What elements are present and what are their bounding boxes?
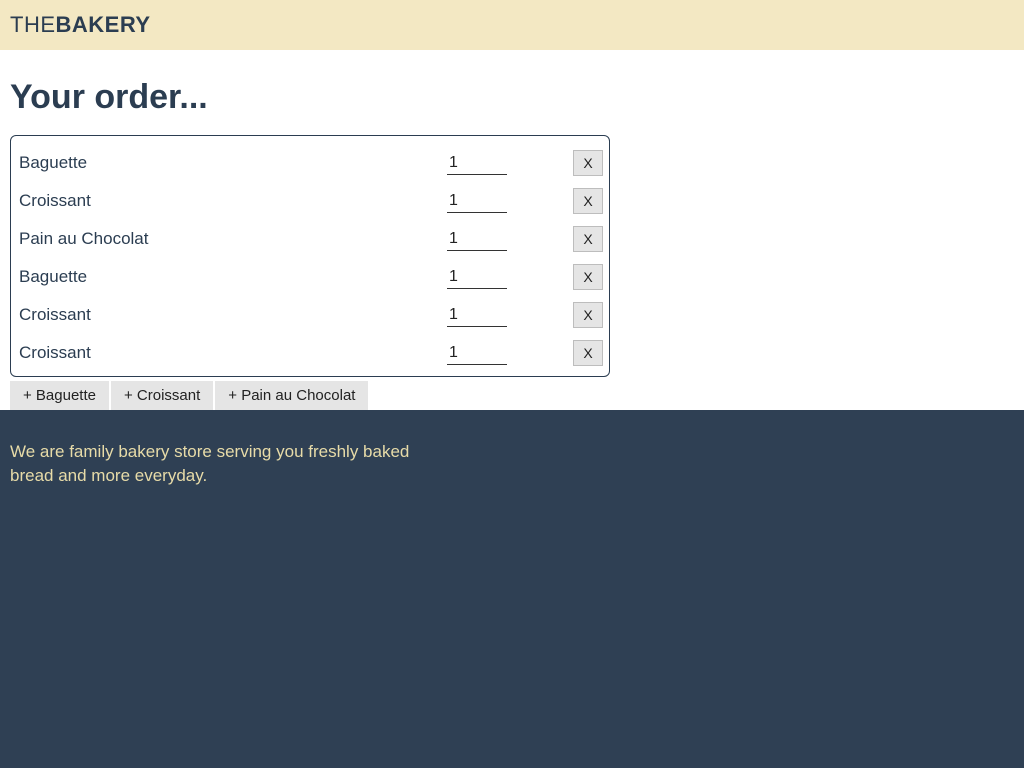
order-row: Baguette X	[11, 144, 609, 182]
quantity-input[interactable]	[447, 304, 507, 327]
site-header: THEBAKERY	[0, 0, 1024, 50]
quantity-input[interactable]	[447, 342, 507, 365]
quantity-input[interactable]	[447, 190, 507, 213]
order-list: Baguette X Croissant X Pain au Chocolat …	[10, 135, 610, 377]
order-row: Baguette X	[11, 258, 609, 296]
quantity-input[interactable]	[447, 152, 507, 175]
remove-button[interactable]: X	[573, 150, 603, 176]
remove-button[interactable]: X	[573, 340, 603, 366]
order-row: Croissant X	[11, 182, 609, 220]
page-title: Your order...	[10, 78, 1014, 117]
site-footer: We are family bakery store serving you f…	[0, 410, 1024, 768]
item-name: Croissant	[17, 305, 437, 325]
order-row: Croissant X	[11, 334, 609, 372]
remove-button[interactable]: X	[573, 264, 603, 290]
quantity-input[interactable]	[447, 266, 507, 289]
add-baguette-button[interactable]: + Baguette	[10, 381, 109, 410]
quantity-input[interactable]	[447, 228, 507, 251]
item-name: Croissant	[17, 191, 437, 211]
footer-tagline: We are family bakery store serving you f…	[10, 440, 450, 488]
brand-name: BAKERY	[56, 12, 151, 37]
add-croissant-button[interactable]: + Croissant	[111, 381, 213, 410]
brand-logo: THEBAKERY	[10, 12, 1014, 38]
order-row: Croissant X	[11, 296, 609, 334]
remove-button[interactable]: X	[573, 302, 603, 328]
item-name: Pain au Chocolat	[17, 229, 437, 249]
remove-button[interactable]: X	[573, 188, 603, 214]
add-buttons-row: + Baguette + Croissant + Pain au Chocola…	[10, 381, 1014, 410]
item-name: Baguette	[17, 153, 437, 173]
item-name: Baguette	[17, 267, 437, 287]
brand-prefix: THE	[10, 12, 56, 37]
add-pain-au-chocolat-button[interactable]: + Pain au Chocolat	[215, 381, 368, 410]
main-content: Your order... Baguette X Croissant X Pai…	[0, 50, 1024, 410]
remove-button[interactable]: X	[573, 226, 603, 252]
order-row: Pain au Chocolat X	[11, 220, 609, 258]
item-name: Croissant	[17, 343, 437, 363]
